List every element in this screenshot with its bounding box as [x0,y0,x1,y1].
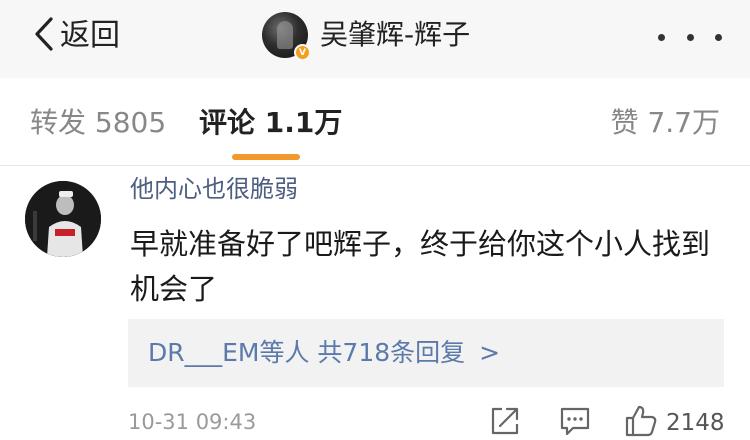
top-nav-bar: 返回 V 吴肇辉-辉子 [0,0,750,78]
replies-summary-text: DR___EM等人 共718条回复 [148,338,466,367]
nav-title-group[interactable]: V 吴肇辉-辉子 [262,12,471,61]
replies-preview[interactable]: DR___EM等人 共718条回复 > [128,319,724,387]
comment-content: 早就准备好了吧辉子，终于给你这个小人找到机会了 [130,227,711,306]
comment-username[interactable]: 他内心也很脆弱 [130,173,298,205]
tab-repost[interactable]: 转发 5805 [30,106,166,140]
like-button[interactable]: 2148 [624,404,725,440]
active-tab-indicator [232,154,300,160]
thumbs-up-icon [624,404,658,440]
comment-timestamp: 10-31 09:43 [128,410,257,434]
verified-badge-icon: V [294,44,311,61]
tab-like[interactable]: 赞 7.7万 [611,106,720,140]
avatar[interactable] [25,181,101,257]
chevron-right-icon: > [479,338,501,367]
share-icon[interactable] [488,404,522,440]
more-dots-icon[interactable] [658,20,722,54]
back-button[interactable]: 返回 [34,14,120,58]
comment-footer: 10-31 09:43 2148 [128,404,728,440]
tab-comment[interactable]: 评论 1.1万 [199,106,342,140]
tab-bar: 转发 5805 评论 1.1万 赞 7.7万 [0,78,750,166]
replies-summary-link[interactable]: DR___EM等人 共718条回复 > [148,337,500,369]
like-count: 2148 [666,410,725,436]
nav-avatar: V [262,12,311,61]
page-title: 吴肇辉-辉子 [320,18,471,51]
back-label: 返回 [60,18,120,53]
comment-icon[interactable] [558,404,592,440]
chevron-left-icon [34,16,54,56]
